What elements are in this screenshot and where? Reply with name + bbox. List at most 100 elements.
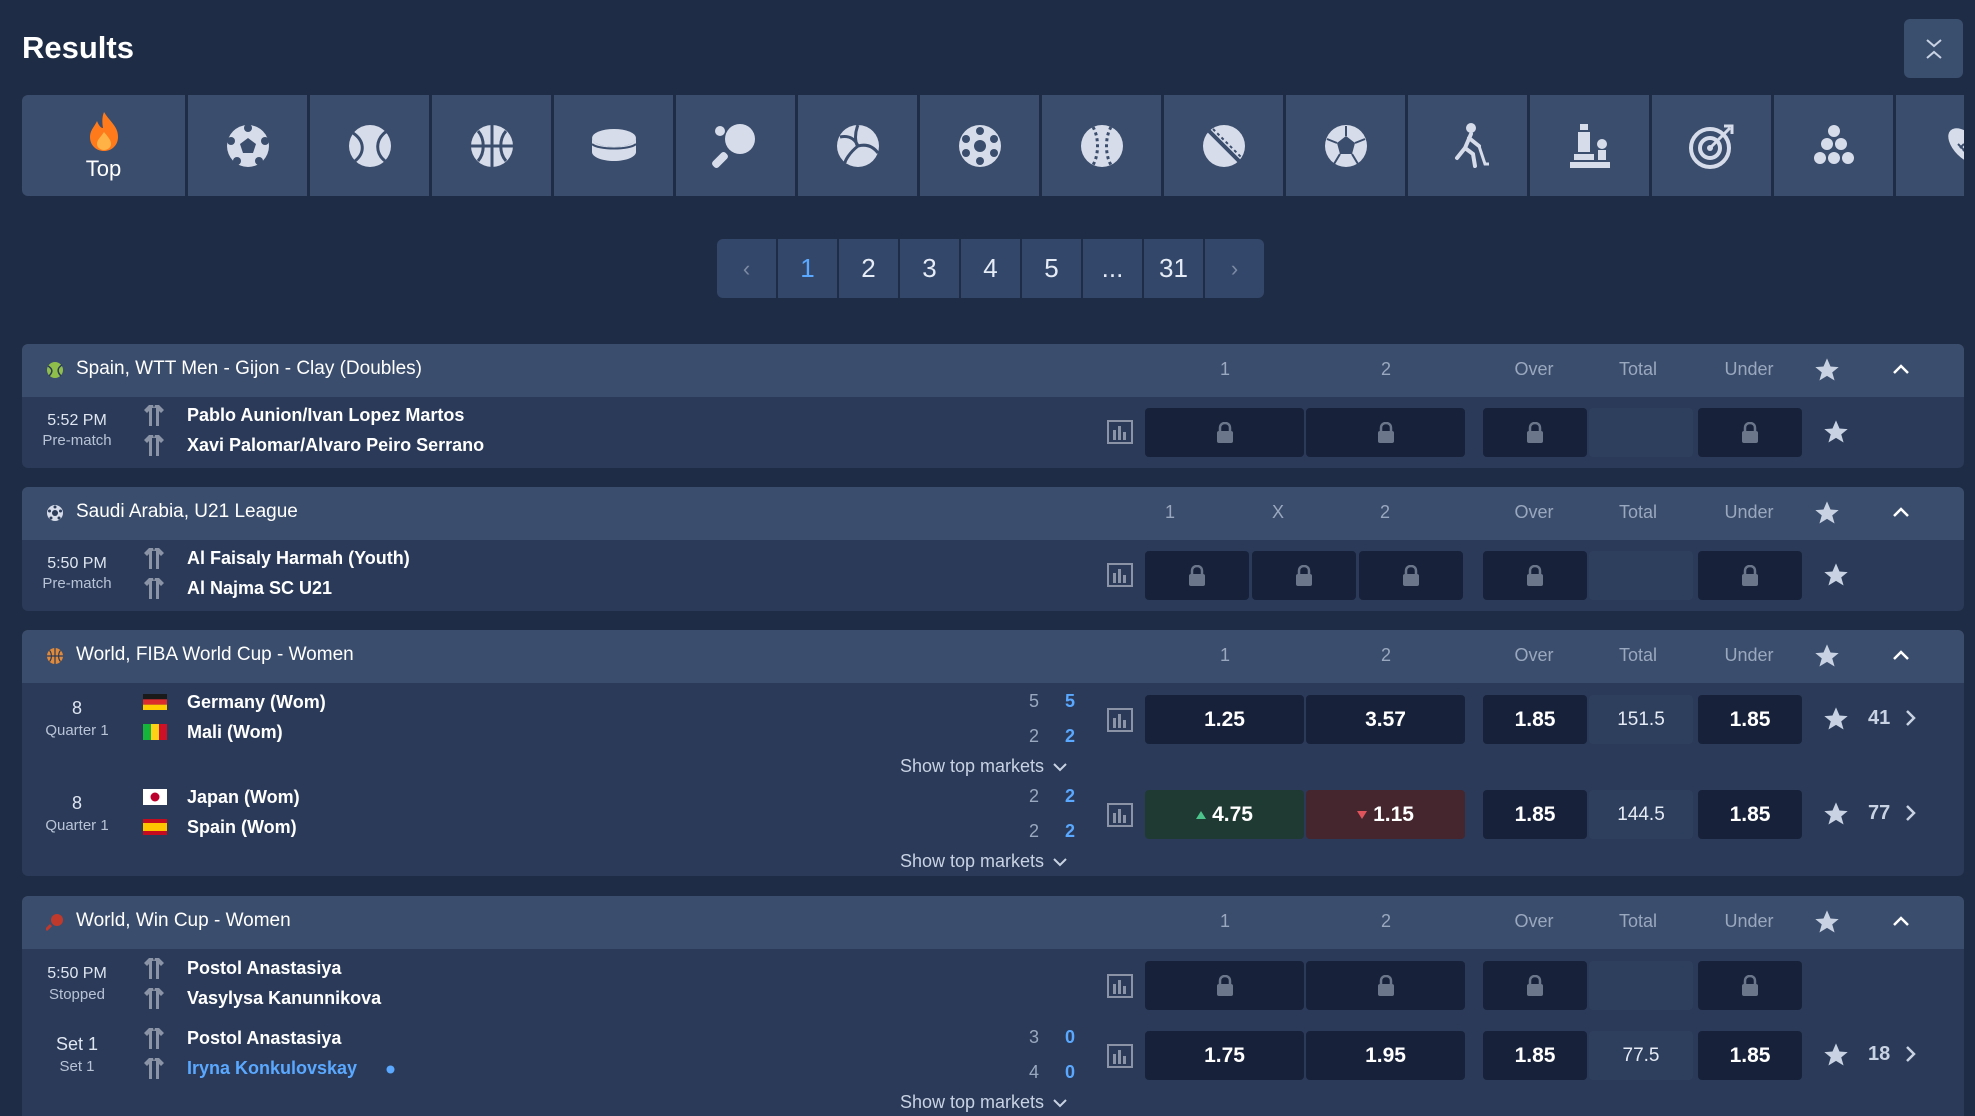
more-markets-count[interactable]: 77 [1868,802,1890,825]
favorite-star-icon[interactable] [1822,561,1850,589]
odd-under-button[interactable]: 1.85 [1698,695,1802,744]
league-block: World, Win Cup - Women 1 2 Over Total Un… [22,896,1964,1116]
sport-tab-futsal[interactable] [920,95,1039,196]
chevron-right-icon[interactable] [1902,1044,1918,1064]
page-1-button[interactable]: 1 [778,239,837,298]
double-chevron-icon [1925,38,1942,59]
match-row[interactable]: 8 Quarter 1 Germany (Wom) Mali (Wom) 5 5… [22,683,1964,755]
chevron-up-icon[interactable] [1890,358,1912,380]
team-away: Al Najma SC U21 [187,578,333,598]
total-value: 151.5 [1589,695,1693,744]
score-away-total: 2 [1064,821,1075,841]
statistics-icon[interactable] [1107,708,1133,732]
league-title: Spain, WTT Men - Gijon - Clay (Doubles) [76,358,422,379]
match-row[interactable]: Set 1 Set 1 Postol Anastasiya Iryna Konk… [22,1019,1964,1091]
favorite-star-icon[interactable] [1822,800,1850,828]
match-row[interactable]: 5:50 PM Pre-match Al Faisaly Harmah (You… [22,540,1964,610]
chevron-right-icon[interactable] [1902,803,1918,823]
col-label-over: Over [1514,911,1554,931]
sport-tab-american-football[interactable] [1896,95,1964,196]
ice-hockey-puck-icon [590,128,637,161]
show-top-markets[interactable]: Show top markets [22,1091,1964,1114]
sport-tab-tennis[interactable] [310,95,429,196]
score-home-period: 2 [1028,786,1039,806]
statistics-icon[interactable] [1107,420,1133,444]
odd-2-button[interactable]: 1.15 [1306,790,1465,839]
team-home: Germany (Wom) [187,692,326,712]
match-row[interactable]: 8 Quarter 1 Japan (Wom) Spain (Wom) 2 2 … [22,778,1964,850]
show-top-markets[interactable]: Show top markets [22,755,1964,778]
team-away: Vasylysa Kanunnikova [187,988,382,1008]
odd-2-button[interactable]: 3.57 [1306,695,1465,744]
league-header[interactable]: World, FIBA World Cup - Women 1 2 Over T… [22,630,1964,683]
star-icon[interactable] [1813,642,1841,670]
lock-icon [1216,974,1233,996]
favorite-star-icon[interactable] [1822,705,1850,733]
star-icon[interactable] [1813,356,1841,384]
sport-tab-soccer-2[interactable] [1286,95,1405,196]
odd-over-button[interactable]: 1.85 [1483,1031,1587,1080]
jersey-icon [144,405,164,426]
odd-over-button[interactable]: 1.85 [1483,790,1587,839]
basketball-icon [47,648,63,664]
match-row[interactable]: 5:52 PM Pre-match Pablo Aunion/Ivan Lope… [22,397,1964,467]
chevron-up-icon[interactable] [1890,910,1912,932]
statistics-icon[interactable] [1107,974,1133,998]
star-icon[interactable] [1813,908,1841,936]
fire-icon [89,111,118,151]
page-5-button[interactable]: 5 [1022,239,1081,298]
sport-tab-ice-hockey[interactable] [554,95,673,196]
col-label-2: 2 [1380,359,1391,379]
more-markets-count[interactable]: 18 [1868,1043,1890,1066]
baseball-icon [1080,124,1123,167]
lock-icon [1742,974,1758,996]
sport-tab-top[interactable]: Top [22,95,185,196]
more-markets-count[interactable]: 41 [1868,707,1890,730]
chevron-down-icon [1053,1098,1067,1107]
chevron-right-icon[interactable] [1902,708,1918,728]
odd-2-button[interactable]: 1.95 [1306,1031,1465,1080]
statistics-icon[interactable] [1107,1044,1133,1068]
favorite-star-icon[interactable] [1822,1041,1850,1069]
sport-tab-pool[interactable] [1774,95,1893,196]
sport-tab-chess[interactable] [1530,95,1649,196]
chevron-up-icon[interactable] [1890,501,1912,523]
page-3-button[interactable]: 3 [900,239,959,298]
sport-tab-table-tennis[interactable] [676,95,795,196]
page-31-button[interactable]: 31 [1144,239,1203,298]
prev-page-button[interactable]: ‹ [717,239,776,298]
score-home-total: 0 [1064,1027,1075,1047]
league-header[interactable]: Spain, WTT Men - Gijon - Clay (Doubles) … [22,344,1964,397]
flag-mali-icon [143,724,167,740]
match-time: Set 1 [55,1034,99,1054]
match-row[interactable]: 5:50 PM Stopped Postol Anastasiya Vasyly… [22,949,1964,1019]
page-4-button[interactable]: 4 [961,239,1020,298]
league-header[interactable]: Saudi Arabia, U21 League 1 X 2 Over Tota… [22,487,1964,540]
favorite-star-icon[interactable] [1822,418,1850,446]
page-2-button[interactable]: 2 [839,239,898,298]
odd-1-button[interactable]: 1.75 [1145,1031,1304,1080]
sport-tab-basketball[interactable] [432,95,551,196]
sport-tab-soccer[interactable] [188,95,307,196]
sport-tab-cricket[interactable] [1164,95,1283,196]
collapse-button[interactable] [1904,19,1963,78]
basketball-icon [470,124,513,167]
odd-1-button[interactable]: 4.75 [1145,790,1304,839]
odd-under-button[interactable]: 1.85 [1698,1031,1802,1080]
statistics-icon[interactable] [1107,803,1133,827]
sport-tab-darts[interactable] [1652,95,1771,196]
show-top-markets[interactable]: Show top markets [22,850,1964,873]
sport-tab-field-hockey[interactable] [1408,95,1527,196]
odd-under-button[interactable]: 1.85 [1698,790,1802,839]
sport-tab-volleyball[interactable] [798,95,917,196]
odd-1-button[interactable]: 1.25 [1145,695,1304,744]
page-ellipsis: ... [1083,239,1142,298]
odd-over-button[interactable]: 1.85 [1483,695,1587,744]
statistics-icon[interactable] [1107,563,1133,587]
league-header[interactable]: World, Win Cup - Women 1 2 Over Total Un… [22,896,1964,949]
sport-tab-baseball[interactable] [1042,95,1161,196]
sports-tab-bar: Top [22,95,1964,196]
chevron-up-icon[interactable] [1890,644,1912,666]
star-icon[interactable] [1813,499,1841,527]
next-page-button[interactable]: › [1205,239,1264,298]
